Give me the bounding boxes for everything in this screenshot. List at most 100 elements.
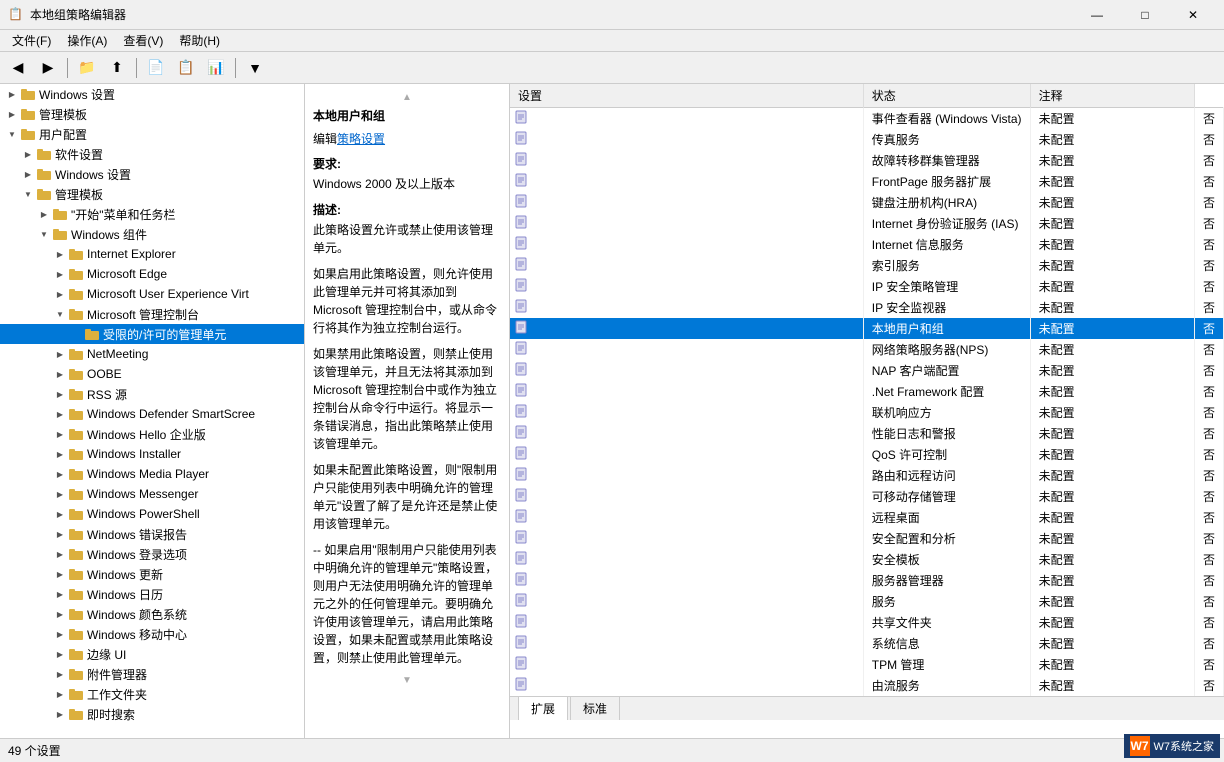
table-row[interactable]: 系统信息未配置否: [510, 633, 1224, 654]
tree-item-win-defender[interactable]: ▶Windows Defender SmartScree: [0, 404, 304, 424]
tree-expander-work-folder[interactable]: ▶: [52, 686, 68, 702]
tree-expander-win-powershell[interactable]: ▶: [52, 506, 68, 522]
new-button[interactable]: 📄: [142, 55, 170, 81]
tree-expander-start-taskbar[interactable]: ▶: [36, 206, 52, 222]
menu-file[interactable]: 文件(F): [4, 30, 59, 51]
tree-item-win-mediaplayer[interactable]: ▶Windows Media Player: [0, 464, 304, 484]
minimize-button[interactable]: —: [1074, 0, 1120, 30]
tree-item-ms-mmc[interactable]: ▼Microsoft 管理控制台: [0, 304, 304, 324]
tree-item-oobe[interactable]: ▶OOBE: [0, 364, 304, 384]
tree-item-instant-search[interactable]: ▶即时搜索: [0, 704, 304, 724]
table-row[interactable]: IP 安全策略管理未配置否: [510, 276, 1224, 297]
tree-expander-win-settings2[interactable]: ▶: [20, 166, 36, 182]
tree-item-admin-templates2[interactable]: ▼管理模板: [0, 184, 304, 204]
tree-item-software-settings[interactable]: ▶软件设置: [0, 144, 304, 164]
tree-item-win-update[interactable]: ▶Windows 更新: [0, 564, 304, 584]
table-row[interactable]: .Net Framework 配置未配置否: [510, 381, 1224, 402]
table-row[interactable]: 共享文件夹未配置否: [510, 612, 1224, 633]
tree-item-user-config[interactable]: ▼用户配置: [0, 124, 304, 144]
tree-item-win-login[interactable]: ▶Windows 登录选项: [0, 544, 304, 564]
maximize-button[interactable]: □: [1122, 0, 1168, 30]
table-row[interactable]: 本地用户和组未配置否: [510, 318, 1224, 339]
tree-item-win-calendar[interactable]: ▶Windows 日历: [0, 584, 304, 604]
table-row[interactable]: 传真服务未配置否: [510, 129, 1224, 150]
table-row[interactable]: Internet 身份验证服务 (IAS)未配置否: [510, 213, 1224, 234]
menu-help[interactable]: 帮助(H): [171, 30, 228, 51]
filter-button[interactable]: ▼: [241, 55, 269, 81]
table-row[interactable]: 联机响应方未配置否: [510, 402, 1224, 423]
menu-action[interactable]: 操作(A): [59, 30, 115, 51]
table-row[interactable]: 键盘注册机构(HRA)未配置否: [510, 192, 1224, 213]
table-row[interactable]: 故障转移群集管理器未配置否: [510, 150, 1224, 171]
tree-expander-win-hello[interactable]: ▶: [52, 426, 68, 442]
table-row[interactable]: 安全模板未配置否: [510, 549, 1224, 570]
tree-item-win-hello[interactable]: ▶Windows Hello 企业版: [0, 424, 304, 444]
tree-item-win-installer[interactable]: ▶Windows Installer: [0, 444, 304, 464]
table-row[interactable]: 远程桌面未配置否: [510, 507, 1224, 528]
tree-expander-admin-templates2[interactable]: ▼: [20, 186, 36, 202]
tree-item-win-errorreport[interactable]: ▶Windows 错误报告: [0, 524, 304, 544]
tree-item-win-messenger[interactable]: ▶Windows Messenger: [0, 484, 304, 504]
tree-item-start-taskbar[interactable]: ▶"开始"菜单和任务栏: [0, 204, 304, 224]
table-row[interactable]: NAP 客户端配置未配置否: [510, 360, 1224, 381]
tree-item-admin-templates[interactable]: ▶管理模板: [0, 104, 304, 124]
tree-expander-rss[interactable]: ▶: [52, 386, 68, 402]
table-row[interactable]: 服务未配置否: [510, 591, 1224, 612]
tree-expander-instant-search[interactable]: ▶: [52, 706, 68, 722]
close-button[interactable]: ✕: [1170, 0, 1216, 30]
table-row[interactable]: FrontPage 服务器扩展未配置否: [510, 171, 1224, 192]
tree-item-rss[interactable]: ▶RSS 源: [0, 384, 304, 404]
tab-extend[interactable]: 扩展: [518, 696, 568, 720]
tree-expander-restricted-snap[interactable]: [68, 326, 84, 342]
tree-expander-win-mediaplayer[interactable]: ▶: [52, 466, 68, 482]
tree-expander-addon-manager[interactable]: ▶: [52, 666, 68, 682]
table-row[interactable]: 服务器管理器未配置否: [510, 570, 1224, 591]
policy-settings-link[interactable]: 策略设置: [337, 132, 385, 146]
tree-expander-netmeeting[interactable]: ▶: [52, 346, 68, 362]
menu-view[interactable]: 查看(V): [115, 30, 171, 51]
tree-expander-ms-mmc[interactable]: ▼: [52, 306, 68, 322]
tree-item-win-settings2[interactable]: ▶Windows 设置: [0, 164, 304, 184]
tree-item-restricted-snap[interactable]: 受限的/许可的管理单元: [0, 324, 304, 344]
table-row[interactable]: 可移动存储管理未配置否: [510, 486, 1224, 507]
tree-expander-ie[interactable]: ▶: [52, 246, 68, 262]
tree-expander-win-mobility[interactable]: ▶: [52, 626, 68, 642]
tree-item-win-powershell[interactable]: ▶Windows PowerShell: [0, 504, 304, 524]
tree-expander-win-update[interactable]: ▶: [52, 566, 68, 582]
tree-item-win-color[interactable]: ▶Windows 颜色系统: [0, 604, 304, 624]
tree-expander-win-errorreport[interactable]: ▶: [52, 526, 68, 542]
back-button[interactable]: ◀: [4, 55, 32, 81]
tree-expander-admin-templates[interactable]: ▶: [4, 106, 20, 122]
tree-expander-win-installer[interactable]: ▶: [52, 446, 68, 462]
tree-item-win-mobility[interactable]: ▶Windows 移动中心: [0, 624, 304, 644]
properties-button[interactable]: 📋: [172, 55, 200, 81]
table-row[interactable]: 性能日志和警报未配置否: [510, 423, 1224, 444]
table-row[interactable]: 索引服务未配置否: [510, 255, 1224, 276]
tree-item-work-folder[interactable]: ▶工作文件夹: [0, 684, 304, 704]
tree-expander-user-config[interactable]: ▼: [4, 126, 20, 142]
tree-expander-win-login[interactable]: ▶: [52, 546, 68, 562]
table-row[interactable]: 由流服务未配置否: [510, 675, 1224, 696]
show-tree-button[interactable]: 📁: [73, 55, 101, 81]
table-row[interactable]: TPM 管理未配置否: [510, 654, 1224, 675]
tree-item-edge[interactable]: ▶Microsoft Edge: [0, 264, 304, 284]
tree-expander-win-color[interactable]: ▶: [52, 606, 68, 622]
detail-button[interactable]: 📊: [202, 55, 230, 81]
tree-expander-win-calendar[interactable]: ▶: [52, 586, 68, 602]
tree-item-addon-manager[interactable]: ▶附件管理器: [0, 664, 304, 684]
tree-expander-win-components[interactable]: ▼: [36, 226, 52, 242]
table-row[interactable]: Internet 信息服务未配置否: [510, 234, 1224, 255]
tree-expander-ms-user-exp[interactable]: ▶: [52, 286, 68, 302]
tab-standard[interactable]: 标准: [570, 696, 620, 720]
tree-expander-win-messenger[interactable]: ▶: [52, 486, 68, 502]
tree-item-ms-user-exp[interactable]: ▶Microsoft User Experience Virt: [0, 284, 304, 304]
tree-expander-win-settings[interactable]: ▶: [4, 86, 20, 102]
table-row[interactable]: 网络策略服务器(NPS)未配置否: [510, 339, 1224, 360]
table-row[interactable]: QoS 许可控制未配置否: [510, 444, 1224, 465]
tree-item-netmeeting[interactable]: ▶NetMeeting: [0, 344, 304, 364]
tree-expander-oobe[interactable]: ▶: [52, 366, 68, 382]
tree-expander-win-defender[interactable]: ▶: [52, 406, 68, 422]
table-row[interactable]: 安全配置和分析未配置否: [510, 528, 1224, 549]
tree-expander-edge-ui[interactable]: ▶: [52, 646, 68, 662]
table-row[interactable]: IP 安全监视器未配置否: [510, 297, 1224, 318]
